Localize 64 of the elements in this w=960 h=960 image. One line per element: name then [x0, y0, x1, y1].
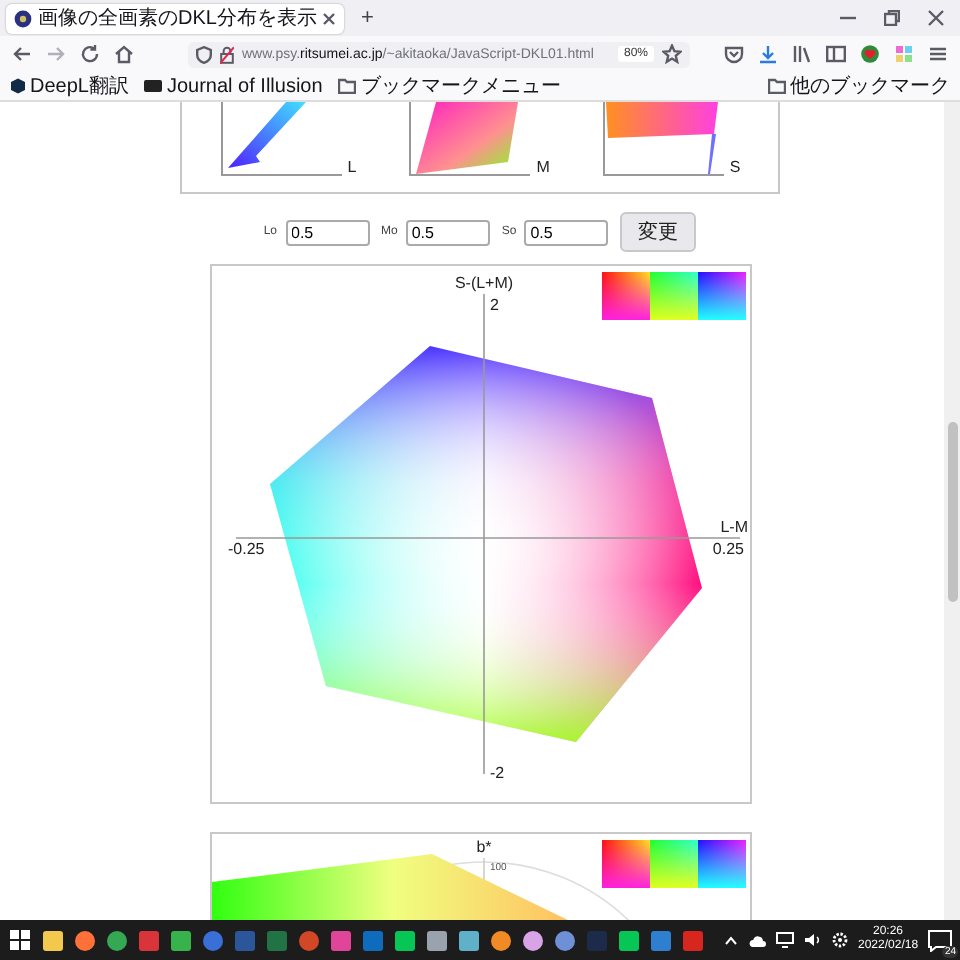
- axis-title: S-(L+M): [453, 274, 513, 292]
- home-icon[interactable]: [114, 44, 134, 64]
- notification-icon[interactable]: [928, 929, 953, 951]
- plot-axes: [220, 102, 343, 176]
- app-icon[interactable]: [298, 929, 320, 951]
- app-icon[interactable]: [458, 929, 480, 951]
- lock-icon[interactable]: [220, 45, 234, 63]
- sidebar-icon[interactable]: [826, 44, 846, 64]
- color-swatch: [601, 272, 649, 320]
- app-icon[interactable]: [202, 929, 224, 951]
- app-icon[interactable]: [650, 929, 672, 951]
- input-field[interactable]: 0.5: [405, 219, 490, 245]
- axis-label: M: [536, 160, 550, 176]
- speaker-icon[interactable]: [804, 932, 822, 948]
- close-icon[interactable]: [322, 11, 337, 25]
- axis-title: b*: [475, 838, 491, 856]
- color-swatch: [649, 840, 697, 888]
- cloud-icon[interactable]: [748, 933, 766, 947]
- bookmark-item[interactable]: DeepL翻訳: [10, 72, 129, 100]
- tick-label: 2: [489, 296, 498, 314]
- extension-icon[interactable]: [894, 44, 914, 64]
- apply-button[interactable]: 変更: [620, 212, 697, 252]
- app-icon[interactable]: [138, 929, 160, 951]
- axis-label: S: [729, 160, 741, 176]
- color-swatch: [697, 840, 745, 888]
- library-icon[interactable]: [792, 44, 812, 64]
- color-swatch: [601, 840, 649, 888]
- app-icon[interactable]: [522, 929, 544, 951]
- bookmark-item[interactable]: 他のブックマーク: [768, 72, 950, 100]
- restore-icon[interactable]: [884, 10, 900, 26]
- favicon-icon[interactable]: [14, 9, 32, 27]
- close-icon[interactable]: [928, 10, 944, 26]
- bookmark-star-icon[interactable]: [662, 44, 682, 64]
- app-icon[interactable]: [170, 929, 192, 951]
- chevron-up-icon[interactable]: [724, 933, 738, 947]
- app-icon[interactable]: [330, 929, 352, 951]
- site-icon: [10, 78, 26, 94]
- app-icon[interactable]: [426, 929, 448, 951]
- bookmark-item[interactable]: ブックマークメニュー: [338, 72, 561, 100]
- tick-label: 0.25: [711, 540, 743, 558]
- shield-icon[interactable]: [196, 45, 212, 63]
- input-field[interactable]: 0.5: [285, 219, 369, 245]
- download-icon[interactable]: [758, 44, 778, 64]
- tick-label: -0.25: [227, 540, 264, 558]
- app-icon[interactable]: [554, 929, 576, 951]
- windows-logo-icon[interactable]: [8, 928, 32, 952]
- bookmark-item[interactable]: Journal of Illusion: [144, 75, 323, 97]
- extension-icon[interactable]: [860, 44, 880, 64]
- color-swatch: [649, 272, 697, 320]
- pocket-icon[interactable]: [724, 44, 744, 64]
- tick-label: -2: [489, 764, 504, 782]
- back-icon[interactable]: [12, 44, 32, 64]
- plot-axes: [409, 102, 532, 176]
- input-field[interactable]: 0.5: [524, 219, 609, 245]
- menu-icon[interactable]: [928, 44, 948, 64]
- browser-tab[interactable]: 画像の全画素のDKL分布を表示: [6, 3, 345, 33]
- color-swatch: [697, 272, 745, 320]
- site-icon: [144, 80, 163, 92]
- scrollbar-thumb[interactable]: [947, 422, 957, 602]
- new-tab-button[interactable]: +: [360, 6, 374, 30]
- axis-title: L-M: [719, 518, 747, 536]
- gear-icon[interactable]: [832, 932, 848, 948]
- axis-label: L: [347, 160, 357, 176]
- reload-icon[interactable]: [80, 44, 100, 64]
